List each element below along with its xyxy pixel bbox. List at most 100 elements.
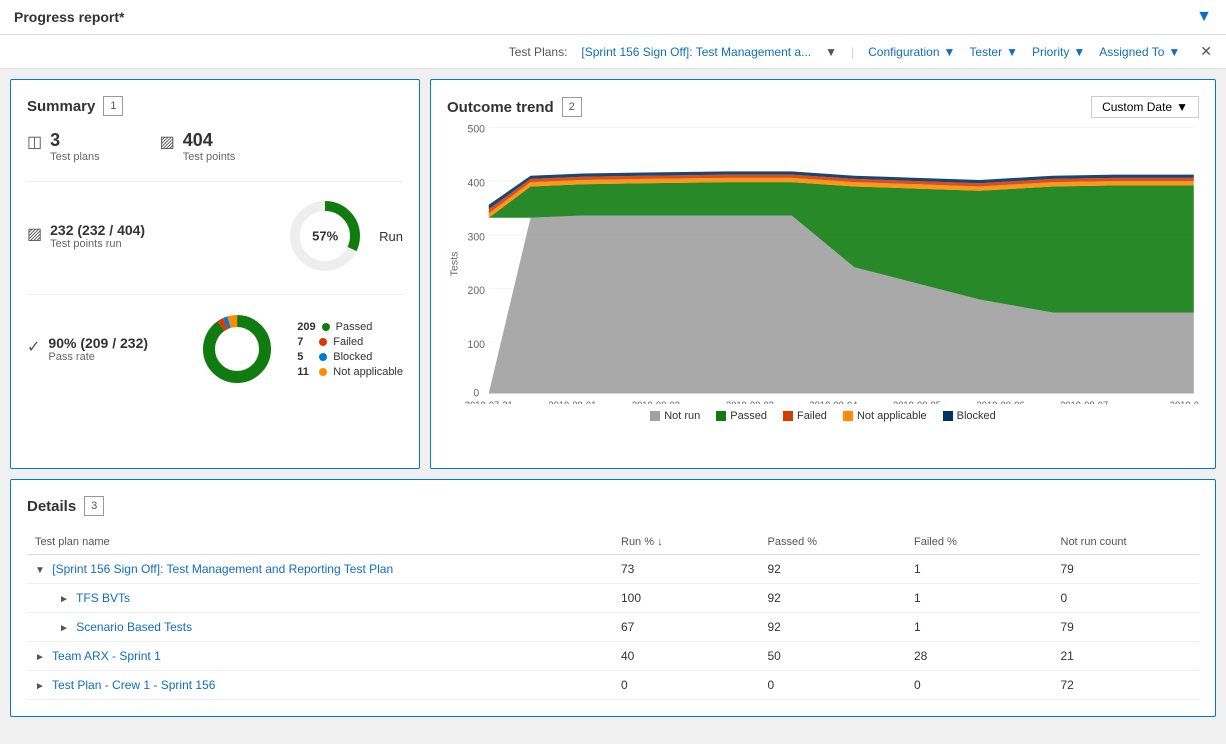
failed-cell: 1	[906, 584, 1053, 613]
passed-label: Passed	[336, 321, 373, 333]
legend-blocked-chart: Blocked	[943, 410, 996, 422]
table-body: ▼ [Sprint 156 Sign Off]: Test Management…	[27, 555, 1199, 700]
legend-passed: 209 Passed	[297, 321, 403, 333]
chevron-config-icon: ▼	[944, 45, 956, 59]
test-points-count: 404	[183, 130, 236, 151]
chevron-tester-icon: ▼	[1006, 45, 1018, 59]
not-applicable-legend-label: Not applicable	[857, 410, 927, 422]
summary-title: Summary	[27, 98, 95, 115]
outcome-title-area: Outcome trend 2	[447, 97, 582, 117]
passed-cell: 92	[760, 584, 907, 613]
outcome-title: Outcome trend	[447, 99, 554, 116]
run-text: Run	[379, 229, 403, 244]
app-title: Progress report*	[14, 9, 124, 25]
failed-legend-label: Failed	[797, 410, 827, 422]
failed-dot	[319, 338, 327, 346]
blocked-square	[943, 411, 953, 421]
plan-name[interactable]: Scenario Based Tests	[76, 620, 192, 634]
custom-date-button[interactable]: Custom Date ▼	[1091, 96, 1199, 118]
details-table: Test plan name Run % ↓ Passed % Failed %…	[27, 530, 1199, 700]
test-plans-label: Test plans	[50, 151, 100, 163]
plan-name-cell: ▼ [Sprint 156 Sign Off]: Test Management…	[27, 555, 613, 584]
test-points-run-stat: ▨ 232 (232 / 404) Test points run	[27, 222, 145, 250]
svg-text:2019-08-07: 2019-08-07	[1060, 400, 1108, 404]
pass-rate-label: Pass rate	[48, 351, 148, 363]
assigned-to-label: Assigned To	[1099, 45, 1164, 59]
passed-cell: 92	[760, 555, 907, 584]
plan-name-cell: ► Team ARX - Sprint 1	[27, 642, 613, 671]
plan-name[interactable]: Test Plan - Crew 1 - Sprint 156	[52, 678, 215, 692]
chart-legend: Not run Passed Failed Not applicable Blo…	[447, 410, 1199, 422]
svg-text:100: 100	[468, 339, 486, 351]
test-plans-value[interactable]: [Sprint 156 Sign Off]: Test Management a…	[581, 45, 811, 59]
passed-cell: 50	[760, 642, 907, 671]
pass-donut: 209 Passed 7 Failed 5	[197, 309, 403, 389]
notrun-cell: 79	[1053, 613, 1200, 642]
passed-dot	[322, 323, 330, 331]
filter-assigned-to[interactable]: Assigned To ▼	[1099, 45, 1180, 59]
collapse-icon[interactable]: ▼	[35, 565, 45, 576]
svg-text:2019-08-08: 2019-08-08	[1170, 400, 1199, 404]
svg-text:500: 500	[468, 124, 486, 136]
summary-number: 1	[103, 96, 123, 116]
notrun-cell: 79	[1053, 555, 1200, 584]
not-applicable-dot	[319, 368, 327, 376]
plan-name-cell: ► TFS BVTs	[27, 584, 613, 613]
filter-priority[interactable]: Priority ▼	[1032, 45, 1085, 59]
not-run-square	[650, 411, 660, 421]
test-plans-stat: ◫ 3 Test plans	[27, 130, 100, 163]
svg-text:2019-08-03: 2019-08-03	[726, 400, 774, 404]
svg-text:300: 300	[468, 231, 486, 243]
table-row: ▼ [Sprint 156 Sign Off]: Test Management…	[27, 555, 1199, 584]
blocked-label: Blocked	[333, 351, 372, 363]
svg-text:2019-08-02: 2019-08-02	[632, 400, 680, 404]
outcome-number: 2	[562, 97, 582, 117]
run-cell: 67	[613, 613, 760, 642]
stat-row-2: ▨ 232 (232 / 404) Test points run	[27, 181, 403, 276]
test-points-stat: ▨ 404 Test points	[160, 130, 236, 163]
expand-icon[interactable]: ►	[35, 652, 45, 663]
plan-name[interactable]: [Sprint 156 Sign Off]: Test Management a…	[52, 562, 393, 576]
summary-stats: ◫ 3 Test plans ▨ 404 Test points	[27, 130, 403, 389]
notrun-cell: 0	[1053, 584, 1200, 613]
stat-row-1: ◫ 3 Test plans ▨ 404 Test points	[27, 130, 403, 163]
plan-name[interactable]: TFS BVTs	[76, 591, 130, 605]
filter-configuration[interactable]: Configuration ▼	[868, 45, 955, 59]
test-points-run-count: 232 (232 / 404)	[50, 222, 145, 238]
test-plans-label: Test Plans:	[509, 45, 568, 59]
expand-icon[interactable]: ►	[35, 681, 45, 692]
passed-cell: 0	[760, 671, 907, 700]
col-header-run[interactable]: Run % ↓	[613, 530, 760, 555]
outcome-chart: 500 400 300 200 100 0 Tests	[447, 124, 1199, 404]
notrun-cell: 21	[1053, 642, 1200, 671]
svg-text:2019-08-01: 2019-08-01	[548, 400, 596, 404]
table-row: ► TFS BVTs 100 92 1 0	[27, 584, 1199, 613]
filter-tester[interactable]: Tester ▼	[969, 45, 1018, 59]
legend-failed: 7 Failed	[297, 336, 403, 348]
failed-cell: 28	[906, 642, 1053, 671]
run-ring-chart: 57%	[285, 196, 365, 276]
close-filter-button[interactable]: ✕	[1200, 43, 1212, 60]
plan-name[interactable]: Team ARX - Sprint 1	[52, 649, 161, 663]
svg-text:Tests: Tests	[449, 251, 461, 276]
not-run-legend-label: Not run	[664, 410, 700, 422]
checkmark-icon: ✓	[27, 337, 40, 357]
top-row: Summary 1 ◫ 3 Test plans ▨	[10, 79, 1216, 469]
chevron-testplans-icon[interactable]: ▼	[825, 45, 837, 59]
col-header-name: Test plan name	[27, 530, 613, 555]
legend-not-applicable-chart: Not applicable	[843, 410, 927, 422]
legend-blocked: 5 Blocked	[297, 351, 403, 363]
expand-icon[interactable]: ►	[59, 594, 69, 605]
details-header: Details 3	[27, 496, 1199, 516]
failed-square	[783, 411, 793, 421]
blocked-legend-label: Blocked	[957, 410, 996, 422]
legend-passed-chart: Passed	[716, 410, 767, 422]
failed-cell: 1	[906, 613, 1053, 642]
passed-cell: 92	[760, 613, 907, 642]
expand-icon[interactable]: ►	[59, 623, 69, 634]
table-row: ► Test Plan - Crew 1 - Sprint 156 0 0 0 …	[27, 671, 1199, 700]
col-header-fail: Failed %	[906, 530, 1053, 555]
details-number: 3	[84, 496, 104, 516]
filter-icon[interactable]: ▼	[1196, 8, 1212, 26]
chevron-date-icon: ▼	[1176, 100, 1188, 114]
